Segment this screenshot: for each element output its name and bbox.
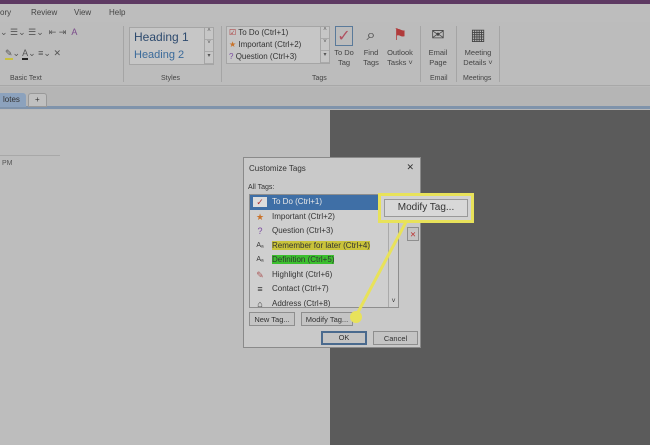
callout-pointer (350, 221, 408, 323)
callout-label: Modify Tag... (384, 199, 468, 217)
modify-tag-callout: Modify Tag... (378, 193, 474, 223)
